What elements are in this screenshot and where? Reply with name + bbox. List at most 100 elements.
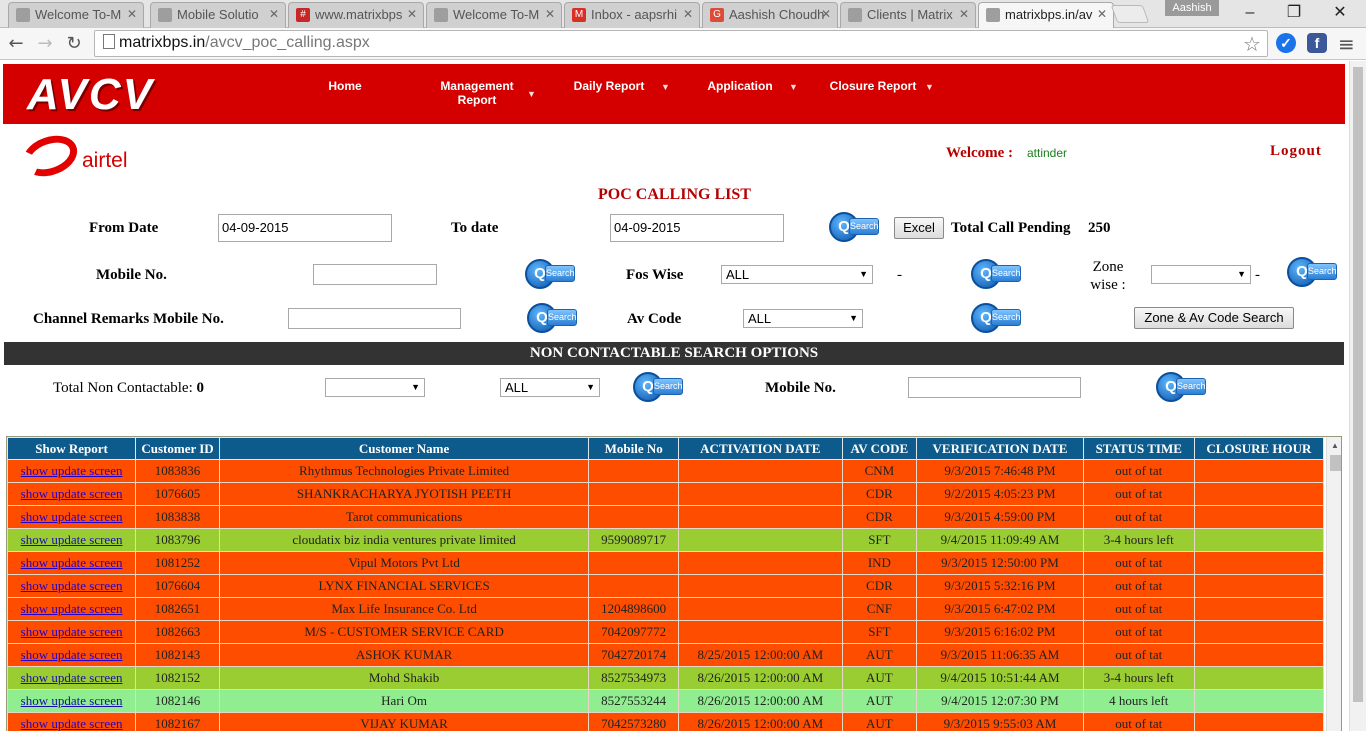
search-button-label: Search: [653, 378, 683, 395]
search-button-label: Search: [545, 265, 575, 282]
address-bar[interactable]: matrixbps.in/avcv_poc_calling.aspx: [94, 30, 1268, 57]
customer-id-cell: 1082146: [135, 689, 220, 713]
show-update-screen-link[interactable]: show update screen: [21, 463, 123, 478]
customer-name-cell: M/S - CUSTOMER SERVICE CARD: [218, 620, 590, 644]
closure-hour-cell: [1193, 666, 1325, 690]
browser-tab[interactable]: Welcome To-M ✕: [426, 2, 562, 28]
show-update-screen-link[interactable]: show update screen: [21, 624, 123, 639]
nc-mobile-no-label: Mobile No.: [765, 380, 836, 396]
browser-tab[interactable]: Clients | Matrix ✕: [840, 2, 976, 28]
page-info-icon[interactable]: [103, 34, 115, 49]
status-time-cell: out of tat: [1082, 574, 1195, 598]
minimize-icon[interactable]: –: [1228, 0, 1272, 26]
fos-wise-select[interactable]: ALL ▼: [721, 265, 873, 284]
closure-hour-cell: [1193, 459, 1325, 483]
close-tab-icon[interactable]: ✕: [407, 7, 417, 21]
show-update-screen-link[interactable]: show update screen: [21, 578, 123, 593]
nc-mobile-search-button[interactable]: Q Search: [1156, 372, 1206, 406]
forward-icon[interactable]: →: [33, 32, 57, 56]
av-code-cell: SFT: [841, 528, 918, 552]
close-window-icon[interactable]: ✕: [1318, 0, 1362, 26]
nav-daily-report[interactable]: Daily Report ▼: [567, 79, 670, 93]
status-time-cell: out of tat: [1082, 620, 1195, 644]
reload-icon[interactable]: ↻: [62, 32, 86, 56]
bookmark-star-icon[interactable]: ☆: [1243, 32, 1261, 56]
page-scrollbar[interactable]: [1349, 61, 1366, 731]
show-update-screen-link[interactable]: show update screen: [21, 716, 123, 731]
new-tab-button[interactable]: [1110, 5, 1150, 23]
zone-search-button[interactable]: Q Search: [1287, 257, 1337, 291]
total-non-contactable-value: 0: [196, 380, 205, 396]
customer-id-cell: 1083836: [135, 459, 220, 483]
logout-link[interactable]: Logout: [1270, 143, 1322, 160]
show-update-screen-link[interactable]: show update screen: [21, 670, 123, 685]
nc-mobile-no-input[interactable]: [908, 377, 1081, 398]
from-date-input[interactable]: 04-09-2015: [218, 214, 392, 242]
close-tab-icon[interactable]: ✕: [683, 7, 693, 21]
page-scrollbar-thumb[interactable]: [1353, 67, 1363, 702]
show-report-cell: show update screen: [7, 689, 137, 713]
close-tab-icon[interactable]: ✕: [1097, 7, 1107, 21]
browser-tab[interactable]: Welcome To-M ✕: [8, 2, 144, 28]
close-tab-icon[interactable]: ✕: [127, 7, 137, 21]
verification-date-cell: 9/3/2015 12:50:00 PM: [916, 551, 1084, 575]
welcome-label: Welcome :: [946, 145, 1014, 161]
close-tab-icon[interactable]: ✕: [959, 7, 969, 21]
browser-tab[interactable]: Mobile Solutio ✕: [150, 2, 286, 28]
mobile-search-button[interactable]: Q Search: [525, 259, 575, 293]
av-code-search-button[interactable]: Q Search: [971, 303, 1021, 337]
show-update-screen-link[interactable]: show update screen: [21, 601, 123, 616]
extension-icon[interactable]: ✓: [1276, 33, 1296, 53]
browser-tab[interactable]: G Aashish Choudh ✕: [702, 2, 838, 28]
close-tab-icon[interactable]: ✕: [821, 7, 831, 21]
show-update-screen-link[interactable]: show update screen: [21, 647, 123, 662]
back-icon[interactable]: ←: [4, 32, 28, 56]
nav-closure-report-label: Closure Report: [829, 79, 917, 93]
fos-search-button[interactable]: Q Search: [971, 259, 1021, 293]
customer-id-cell: 1082167: [135, 712, 220, 731]
show-update-screen-link[interactable]: show update screen: [21, 532, 123, 547]
show-update-screen-link[interactable]: show update screen: [21, 486, 123, 501]
close-tab-icon[interactable]: ✕: [269, 7, 279, 21]
facebook-icon[interactable]: f: [1307, 33, 1327, 53]
channel-remarks-input[interactable]: [288, 308, 461, 329]
mobile-no-input[interactable]: [313, 264, 437, 285]
excel-button[interactable]: Excel: [894, 217, 944, 239]
zone-wise-select[interactable]: ▼: [1151, 265, 1251, 284]
close-tab-icon[interactable]: ✕: [545, 7, 555, 21]
table-row: show update screen 1082167 VIJAY KUMAR 7042…: [7, 712, 1325, 731]
customer-id-cell: 1076604: [135, 574, 220, 598]
show-report-cell: show update screen: [7, 643, 137, 667]
nav-application[interactable]: Application ▼: [699, 79, 798, 93]
profile-button[interactable]: Aashish: [1165, 0, 1219, 16]
non-contactable-select-2[interactable]: ALL ▼: [500, 378, 600, 397]
show-update-screen-link[interactable]: show update screen: [21, 693, 123, 708]
non-contactable-search-button[interactable]: Q Search: [633, 372, 683, 406]
browser-menu-icon[interactable]: ≡: [1338, 32, 1355, 56]
mobile-no-label: Mobile No.: [96, 267, 167, 283]
zone-av-code-search-button[interactable]: Zone & Av Code Search: [1134, 307, 1294, 329]
browser-tab[interactable]: # www.matrixbps ✕: [288, 2, 424, 28]
grid-scrollbar-thumb[interactable]: [1330, 455, 1341, 471]
nav-closure-report[interactable]: Closure Report ▼: [821, 79, 934, 93]
nav-management-report[interactable]: Management Report ▼: [425, 79, 536, 107]
fos-wise-label: Fos Wise: [626, 267, 684, 283]
nav-home[interactable]: Home: [319, 79, 371, 93]
restore-icon[interactable]: ❐: [1272, 0, 1316, 26]
grid-scrollbar[interactable]: ▲: [1326, 437, 1341, 731]
non-contactable-select-1[interactable]: ▼: [325, 378, 425, 397]
show-update-screen-link[interactable]: show update screen: [21, 509, 123, 524]
scroll-up-icon[interactable]: ▲: [1331, 441, 1339, 450]
date-search-button[interactable]: Q Search: [829, 212, 879, 246]
browser-tab[interactable]: M Inbox - aapsrhi ✕: [564, 2, 700, 28]
show-update-screen-link[interactable]: show update screen: [21, 555, 123, 570]
to-date-input[interactable]: 04-09-2015: [610, 214, 784, 242]
gmail-icon: M: [572, 8, 586, 22]
status-time-cell: out of tat: [1082, 551, 1195, 575]
av-code-select[interactable]: ALL ▼: [743, 309, 863, 328]
browser-tab[interactable]: matrixbps.in/av ✕: [978, 2, 1114, 28]
browser-tab-title: Mobile Solutio: [177, 7, 259, 22]
search-button-label: Search: [991, 265, 1021, 282]
chevron-down-icon: ▼: [789, 82, 798, 92]
channel-search-button[interactable]: Q Search: [527, 303, 577, 337]
